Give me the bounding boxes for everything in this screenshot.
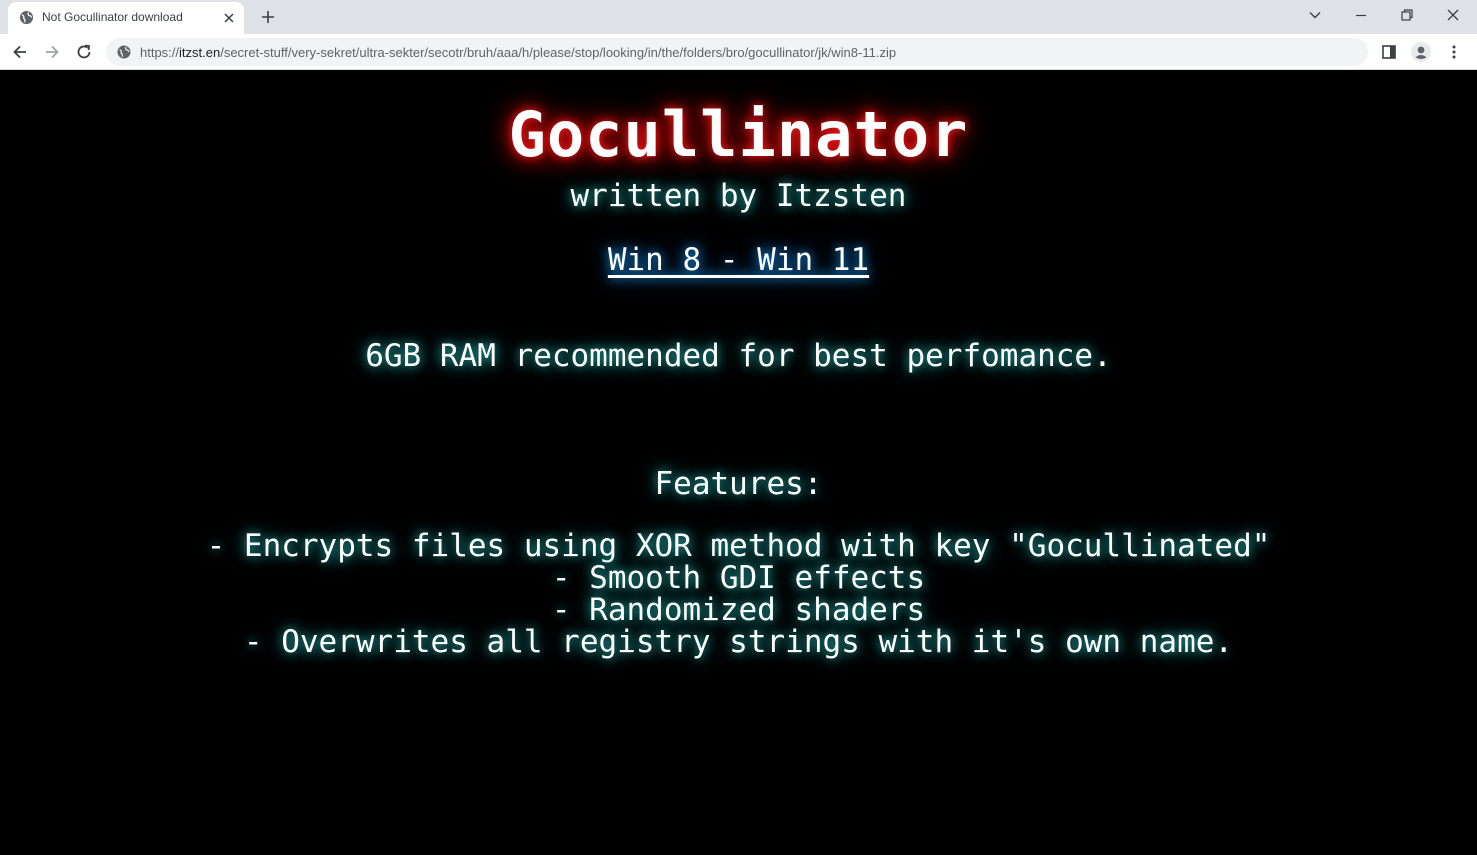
features-list: - Encrypts files using XOR method with k… xyxy=(0,530,1477,658)
page-title: Gocullinator xyxy=(508,98,969,171)
globe-icon xyxy=(19,10,34,25)
side-panel-icon[interactable] xyxy=(1378,41,1400,63)
site-info-icon[interactable] xyxy=(116,44,132,60)
tab-title: Not Gocullinator download xyxy=(42,10,183,24)
author-line: written by Itzsten xyxy=(570,178,907,214)
url-host: itzst.en xyxy=(179,45,221,60)
ram-recommendation: 6GB RAM recommended for best perfomance. xyxy=(365,338,1112,374)
url-scheme: https:// xyxy=(140,45,180,60)
tab-strip: Not Gocullinator download xyxy=(0,0,1477,34)
chevron-down-icon[interactable] xyxy=(1302,4,1328,26)
features-heading: Features: xyxy=(654,466,823,502)
browser-tab[interactable]: Not Gocullinator download xyxy=(8,2,244,34)
download-link[interactable]: Win 8 - Win 11 xyxy=(0,242,1477,278)
close-icon[interactable] xyxy=(221,10,237,26)
arrow-right-icon[interactable] xyxy=(41,41,63,63)
feature-item: - Overwrites all registry strings with i… xyxy=(243,624,1234,660)
url-text: https://itzst.en/secret-stuff/very-sekre… xyxy=(140,45,896,60)
browser-window: Not Gocullinator download https://itzst.… xyxy=(0,0,1477,855)
browser-toolbar: https://itzst.en/secret-stuff/very-sekre… xyxy=(0,34,1477,70)
restore-icon[interactable] xyxy=(1394,4,1420,26)
plus-icon[interactable] xyxy=(258,7,278,27)
minimize-icon[interactable] xyxy=(1348,4,1374,26)
kebab-menu-icon[interactable] xyxy=(1443,41,1465,63)
feature-item: - Smooth GDI effects xyxy=(551,560,926,596)
arrow-left-icon[interactable] xyxy=(9,41,31,63)
address-bar[interactable]: https://itzst.en/secret-stuff/very-sekre… xyxy=(106,38,1368,66)
window-close-icon[interactable] xyxy=(1440,4,1466,26)
reload-icon[interactable] xyxy=(73,41,95,63)
feature-item: - Randomized shaders xyxy=(551,592,926,628)
feature-item: - Encrypts files using XOR method with k… xyxy=(206,528,1271,564)
page-content: Gocullinator written by Itzsten Win 8 - … xyxy=(0,70,1477,855)
profile-icon[interactable] xyxy=(1410,41,1432,63)
url-path: /secret-stuff/very-sekret/ultra-sekter/s… xyxy=(220,45,897,60)
